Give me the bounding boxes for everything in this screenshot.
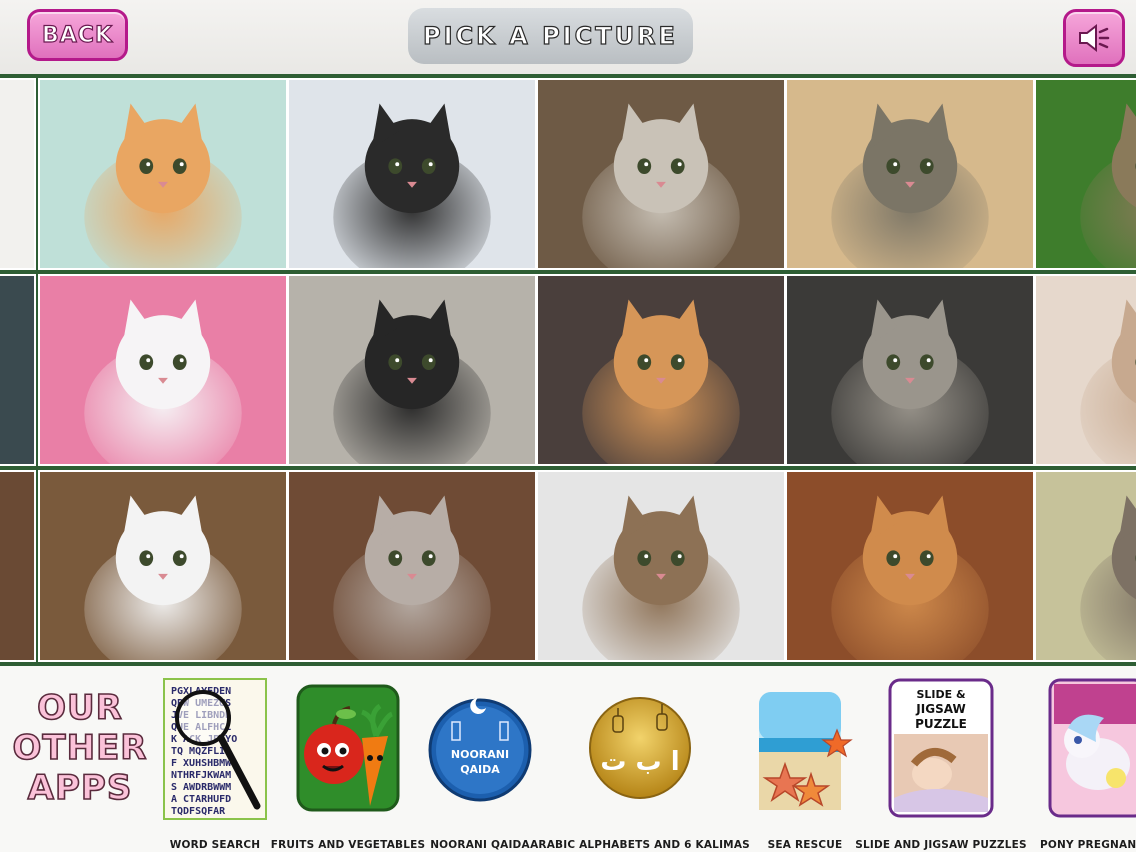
picture-four-kittens-on-wood[interactable] — [536, 78, 786, 270]
sound-toggle-button[interactable] — [1063, 9, 1125, 67]
word-search-row: F XUHSHBMW — [171, 758, 232, 769]
header-bar: BACK PICK A PICTURE — [0, 0, 1136, 74]
page-title: PICK A PICTURE — [408, 8, 693, 64]
picture-white-kitten-blue-eyes[interactable] — [38, 470, 288, 662]
back-button-label: BACK — [41, 22, 113, 48]
picture-kitten-orange-white[interactable] — [38, 78, 288, 270]
svg-text:PUZZLE: PUZZLE — [915, 717, 967, 731]
speaker-icon — [1079, 23, 1110, 53]
noorani-qaida-icon: NOORANI QAIDA — [428, 678, 532, 818]
svg-text:SLIDE &: SLIDE & — [916, 688, 965, 701]
svg-text:QAIDA: QAIDA — [460, 763, 500, 776]
picture-sphynx-cat-stairs[interactable] — [287, 470, 537, 662]
apple-carrot-icon — [296, 678, 400, 818]
starfish-beach-icon — [753, 678, 857, 818]
pony-icon — [1048, 678, 1136, 820]
heading-line: OTHER — [12, 727, 148, 769]
app-label: FRUITS AND VEGETABLES — [270, 839, 426, 851]
heading-line: OUR — [36, 687, 123, 729]
picture-basket-partial[interactable] — [0, 470, 36, 662]
our-other-apps-heading: OUR OTHER APPS — [10, 687, 150, 809]
picture-tabby-in-grass-partial[interactable] — [1034, 78, 1136, 270]
picture-ginger-cat-closeup[interactable] — [536, 274, 786, 466]
word-search-row: A CTARHUFD — [171, 794, 231, 805]
picture-grey-cat-in-bag[interactable] — [785, 78, 1035, 270]
app-label: SLIDE AND JIGSAW PUZZLES — [855, 839, 1027, 851]
app-label: WORD SEARCH — [169, 839, 261, 851]
svg-text:JIGSAW: JIGSAW — [915, 702, 965, 716]
word-search-row: NTHRFJKWAM — [171, 770, 231, 781]
picture-tuxedo-cat-room[interactable] — [287, 274, 537, 466]
noorani-qaida-icon-text: NOORANI — [451, 748, 509, 761]
picture-tabby-cat-lying[interactable] — [536, 470, 786, 662]
picture-grey-tabby-looking-up[interactable] — [785, 274, 1035, 466]
word-search-icon: PGXLAYEDENQPW UMEZUSJVE LIBNDBQUE ALFHCL… — [163, 678, 267, 820]
app-label: SEA RESCUE — [767, 839, 843, 851]
jigsaw-puzzle-icon: SLIDE & JIGSAW PUZZLE — [888, 678, 994, 820]
word-search-row: S AWDRBWWM — [171, 782, 231, 793]
picture-cat-beige-partial[interactable] — [1034, 274, 1136, 466]
other-apps-strip: OUR OTHER APPS PGXLAYEDENQPW UMEZUSJVE L… — [0, 666, 1136, 852]
picture-cat-window-partial[interactable] — [0, 274, 36, 466]
picture-kitten-cream-partial[interactable] — [0, 78, 36, 270]
picture-grid — [0, 74, 1136, 666]
heading-line: APPS — [27, 767, 133, 809]
word-search-row: TQDFSQFAR — [171, 806, 226, 817]
picture-kitten-black-white[interactable] — [287, 78, 537, 270]
app-label: PONY PREGNANCY — [1039, 839, 1136, 851]
page-title-text: PICK A PICTURE — [422, 21, 678, 50]
arabic-lanterns-icon: ا ب ت — [588, 678, 692, 818]
app-label: ARABIC ALPHABETS AND 6 KALIMAS — [530, 839, 750, 851]
svg-text:ا ب ت: ا ب ت — [600, 747, 679, 777]
picture-white-kittens-pink-flowers[interactable] — [38, 274, 288, 466]
picture-tabby-kitten-partial[interactable] — [1034, 470, 1136, 662]
picture-orange-tabby-lying[interactable] — [785, 470, 1035, 662]
app-label: NOORANI QAIDA — [430, 839, 530, 851]
back-button[interactable]: BACK — [27, 9, 128, 61]
